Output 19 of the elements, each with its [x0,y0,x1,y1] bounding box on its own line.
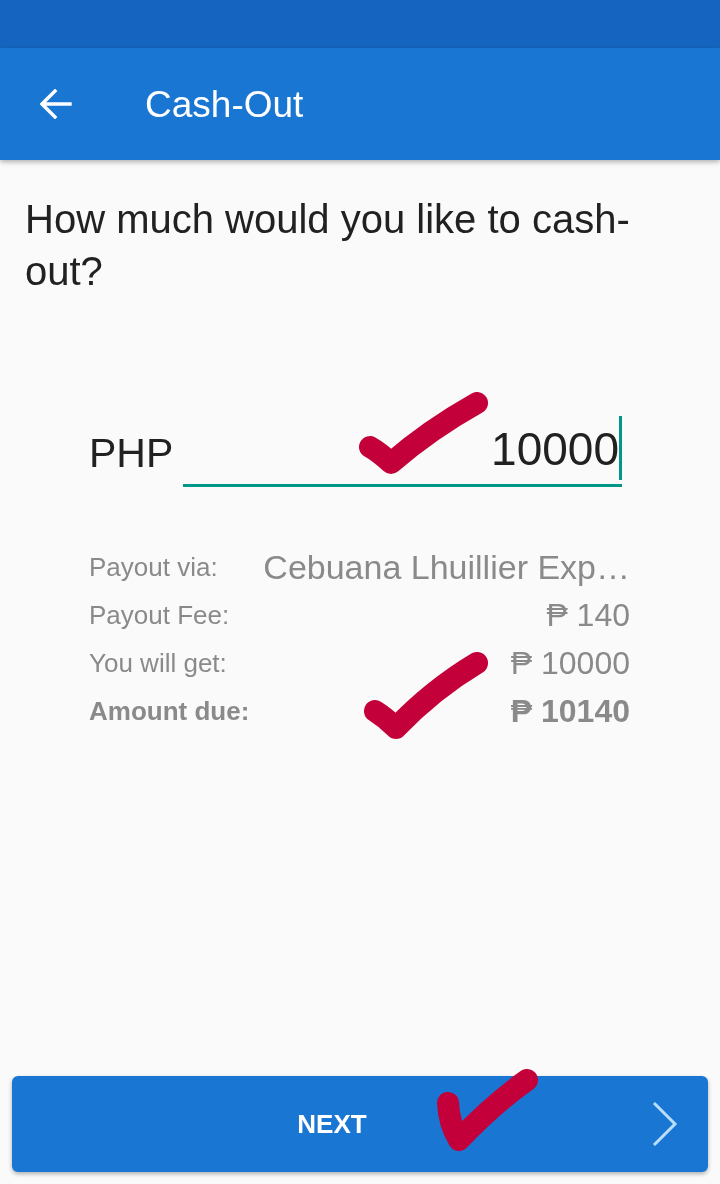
next-button[interactable]: NEXT [12,1076,708,1172]
summary-value: ₱ 10140 [510,692,630,731]
amount-field[interactable]: 10000 [183,415,622,487]
summary-label: You will get: [89,647,227,679]
summary-label: Payout via: [89,551,218,583]
summary-label: Amount due: [89,695,250,727]
check-mark-icon [437,1069,538,1151]
currency-label: PHP [89,429,174,477]
summary-value: ₱ 10000 [510,644,630,683]
check-mark-icon [364,652,488,739]
screen-title: Cash-Out [145,85,304,123]
chevron-right-icon [652,1101,678,1147]
summary-value: Cebuana Lhuillier Exp… [263,547,630,587]
check-mark-icon [359,392,488,474]
summary-label: Payout Fee: [89,599,230,631]
summary-value: ₱ 140 [546,596,630,635]
question-heading: How much would you like to cash-out? [25,196,631,295]
text-cursor-icon [619,415,622,480]
back-arrow-icon [40,89,72,119]
